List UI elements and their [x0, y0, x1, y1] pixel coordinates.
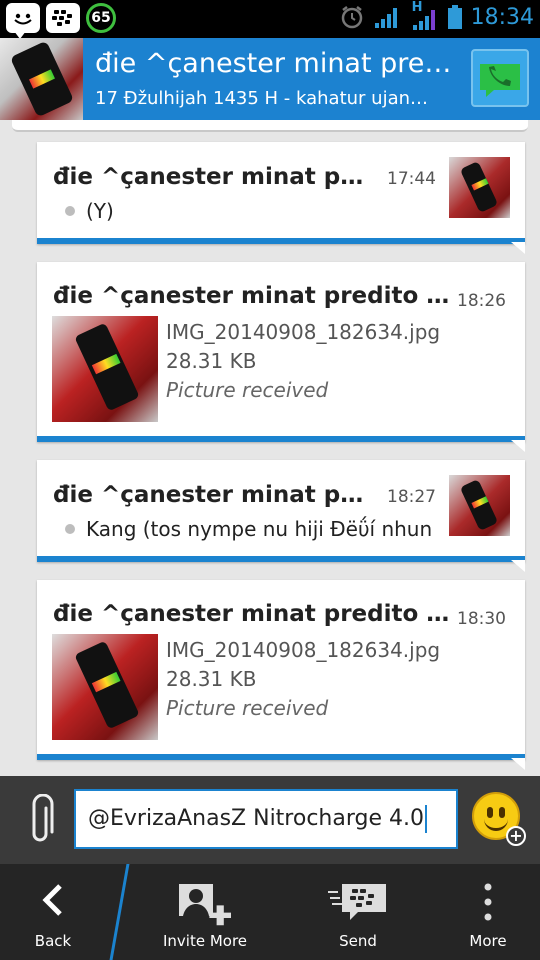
sender-name: đie ^çanester minat predito pink (41) — [53, 283, 451, 309]
image-thumbnail[interactable] — [52, 316, 158, 422]
more-label: More — [469, 932, 507, 950]
sender-name: đie ^çanester minat predito pink (41) — [53, 601, 451, 627]
emoticon-mouth — [484, 818, 508, 831]
bullet-dot — [65, 206, 75, 216]
invite-icon — [179, 884, 231, 926]
message-text: (Y) — [86, 199, 114, 223]
signal-icon — [374, 8, 397, 28]
message-bubble[interactable]: đie ^çanester minat predito pink (41) 18… — [37, 580, 525, 770]
image-thumbnail[interactable] — [52, 634, 158, 740]
message-time: 18:26 — [457, 291, 506, 311]
text-caret — [424, 805, 427, 833]
message-input[interactable]: @EvrizaAnasZ Nitrocharge 4.0 — [74, 789, 458, 849]
invite-more-button[interactable]: Invite More — [140, 864, 270, 960]
send-bbm-icon — [328, 884, 386, 920]
call-button[interactable] — [471, 49, 529, 107]
chat-header[interactable]: đie ^çanester minat predit… 17 Đžulhijah… — [0, 38, 540, 120]
sender-avatar[interactable] — [449, 475, 510, 536]
action-bar: Back Invite More Send More — [0, 864, 540, 960]
bbm-notification-icon — [46, 3, 80, 33]
message-time: 18:30 — [457, 609, 506, 629]
transfer-status: Picture received — [166, 378, 329, 402]
previous-message-edge — [12, 120, 528, 132]
status-bar: 65 H 18:34 — [0, 0, 540, 39]
file-size: 28.31 KB — [166, 667, 257, 691]
message-input-text: @EvrizaAnasZ Nitrocharge 4.0 — [88, 806, 424, 831]
sender-avatar[interactable] — [449, 157, 510, 218]
message-bubble[interactable]: đie ^çanester minat predito pink (41) 18… — [37, 262, 525, 452]
add-icon: + — [506, 826, 526, 846]
message-text: Kang (tos nympe nu hiji Ðëΰí nhun — [86, 517, 433, 541]
battery-icon — [447, 5, 462, 29]
message-bubble[interactable]: đie ^çanester minat predit… 18:27 Kang (… — [37, 460, 525, 572]
emoticon-button[interactable]: + — [472, 792, 526, 846]
sender-name: đie ^çanester minat predit… — [53, 482, 373, 508]
message-time: 18:27 — [387, 487, 436, 507]
file-name: IMG_20140908_182634.jpg — [166, 638, 441, 662]
message-time: 17:44 — [387, 169, 436, 189]
bullet-dot — [65, 524, 75, 534]
send-label: Send — [339, 932, 377, 950]
file-size: 28.31 KB — [166, 349, 257, 373]
back-label: Back — [34, 932, 72, 950]
emoticon-eye — [499, 807, 505, 818]
send-button[interactable]: Send — [300, 864, 416, 960]
sender-name: đie ^çanester minat predit… — [53, 164, 373, 190]
back-icon — [42, 884, 62, 916]
contact-name: đie ^çanester minat predit… — [95, 48, 455, 79]
emoticon-eye — [487, 807, 493, 818]
back-button[interactable]: Back — [0, 864, 106, 960]
composer-bar: @EvrizaAnasZ Nitrocharge 4.0 + — [0, 776, 540, 864]
divider — [109, 864, 130, 960]
avatar[interactable] — [0, 38, 83, 120]
conversation[interactable]: đie ^çanester minat predit… 17:44 (Y) đi… — [0, 120, 540, 776]
more-button[interactable]: More — [440, 864, 536, 960]
alarm-icon — [341, 6, 362, 29]
phone-icon — [480, 64, 520, 97]
count-badge: 65 — [86, 3, 116, 33]
contact-status: 17 Đžulhijah 1435 H - kahatur ujang… — [95, 88, 435, 109]
signal-icon-2 — [412, 10, 435, 30]
file-name: IMG_20140908_182634.jpg — [166, 320, 441, 344]
clock: 18:34 — [470, 4, 534, 30]
invite-label: Invite More — [162, 932, 248, 950]
chat-notification-icon — [6, 3, 40, 39]
attach-icon[interactable] — [24, 794, 56, 846]
message-bubble[interactable]: đie ^çanester minat predit… 17:44 (Y) — [37, 142, 525, 254]
more-vert-icon — [484, 883, 492, 921]
transfer-status: Picture received — [166, 696, 329, 720]
